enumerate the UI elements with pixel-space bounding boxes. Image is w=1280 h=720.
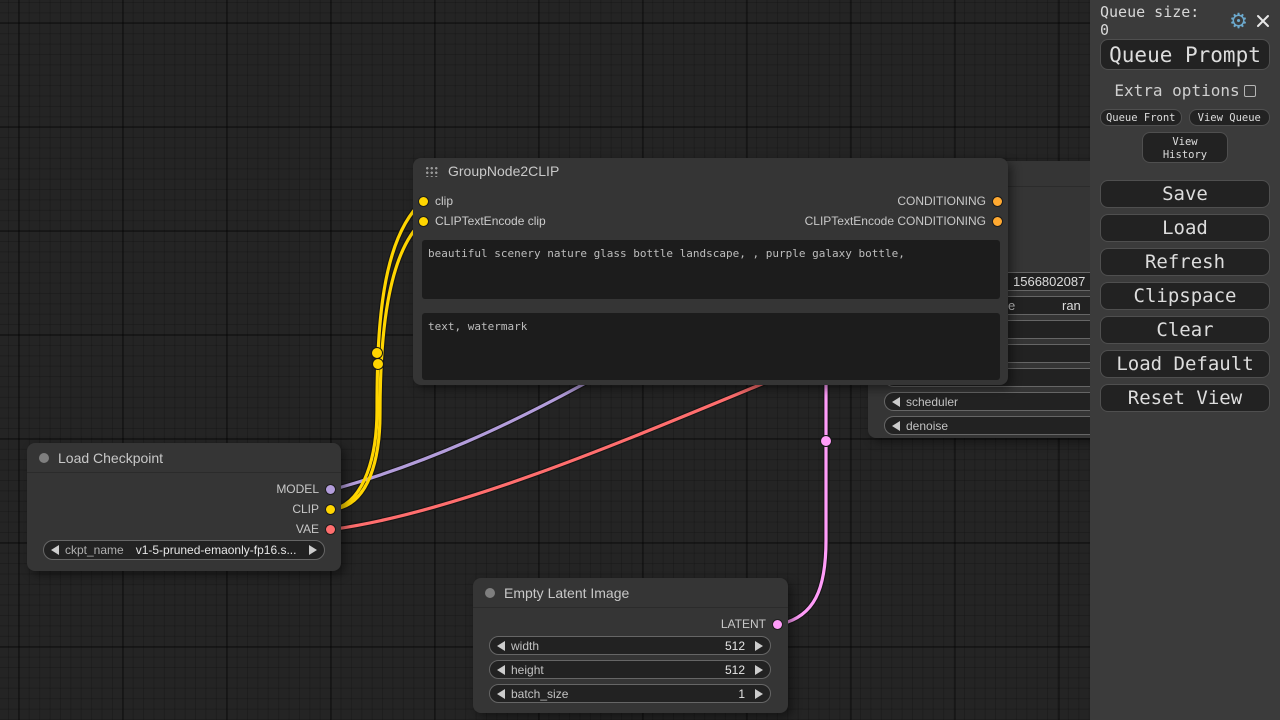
output-slot-label: CLIPTextEncode CONDITIONING <box>805 214 986 228</box>
vae-output-dot[interactable] <box>326 525 335 534</box>
positive-prompt-textarea[interactable]: beautiful scenery nature glass bottle la… <box>422 240 1000 299</box>
groupnode2clip-title-bar[interactable]: GroupNode2CLIP <box>413 158 1008 184</box>
left-arrow-icon[interactable] <box>51 545 59 555</box>
output-slot-label: LATENT <box>721 617 766 631</box>
clip-link-dot[interactable] <box>373 359 384 370</box>
view-history-line2: History <box>1163 149 1207 161</box>
batch-size-widget[interactable]: batch_size 1 <box>489 684 771 703</box>
scheduler-widget[interactable]: scheduler <box>884 392 1090 411</box>
ckpt-name-label: ckpt_name <box>65 543 124 557</box>
left-arrow-icon[interactable] <box>497 641 505 651</box>
node-title-label: Load Checkpoint <box>58 450 163 466</box>
width-label: width <box>511 639 539 653</box>
extra-options-checkbox[interactable] <box>1244 85 1256 97</box>
refresh-button[interactable]: Refresh <box>1100 248 1270 276</box>
clip-input-dot[interactable] <box>419 197 428 206</box>
output-slot-label: MODEL <box>276 482 319 496</box>
output-slot-label: VAE <box>296 522 319 536</box>
node-empty-latent-image[interactable]: Empty Latent Image LATENT width 512 heig… <box>473 578 788 713</box>
input-slot-label: CLIPTextEncode clip <box>435 214 546 228</box>
output-slot-label: CLIP <box>292 502 319 516</box>
close-icon[interactable] <box>1256 14 1270 28</box>
clip-input-dot[interactable] <box>419 217 428 226</box>
queue-front-button[interactable]: Queue Front <box>1100 109 1182 126</box>
left-arrow-icon[interactable] <box>892 421 900 431</box>
node-title-label: GroupNode2CLIP <box>448 163 559 179</box>
left-arrow-icon[interactable] <box>497 665 505 675</box>
input-slot-label: clip <box>435 194 453 208</box>
settings-gear-icon[interactable]: ⚙ <box>1229 11 1248 32</box>
node-load-checkpoint[interactable]: Load Checkpoint MODEL CLIP VAE ckpt_name… <box>27 443 341 571</box>
empty-latent-title-bar[interactable]: Empty Latent Image <box>473 578 788 608</box>
model-output-dot[interactable] <box>326 485 335 494</box>
left-arrow-icon[interactable] <box>892 397 900 407</box>
clip-output-dot[interactable] <box>326 505 335 514</box>
queue-size-label: Queue size: 0 <box>1100 3 1213 39</box>
right-arrow-icon[interactable] <box>309 545 317 555</box>
input-slot-cliptextencode-clip[interactable]: CLIPTextEncode clip <box>419 213 546 229</box>
collapse-dot-icon[interactable] <box>485 588 495 598</box>
output-slot-clip[interactable]: CLIP <box>292 501 335 517</box>
view-history-line1: View <box>1172 136 1197 148</box>
view-queue-button[interactable]: View Queue <box>1189 109 1271 126</box>
height-value: 512 <box>725 663 745 677</box>
ckpt-name-value: v1-5-pruned-emaonly-fp16.s... <box>136 543 297 557</box>
batch-size-label: batch_size <box>511 687 568 701</box>
height-widget[interactable]: height 512 <box>489 660 771 679</box>
clipspace-button[interactable]: Clipspace <box>1100 282 1270 310</box>
conditioning-output-dot[interactable] <box>993 197 1002 206</box>
height-label: height <box>511 663 544 677</box>
collapse-dot-icon[interactable] <box>39 453 49 463</box>
denoise-widget[interactable]: denoise <box>884 416 1090 435</box>
node-groupnode2clip[interactable]: GroupNode2CLIP clip CLIPTextEncode clip … <box>413 158 1008 385</box>
queue-prompt-button[interactable]: Queue Prompt <box>1100 39 1270 70</box>
left-arrow-icon[interactable] <box>497 689 505 699</box>
latent-link-dot[interactable] <box>821 436 832 447</box>
reset-view-button[interactable]: Reset View <box>1100 384 1270 412</box>
negative-prompt-textarea[interactable]: text, watermark <box>422 313 1000 380</box>
conditioning-output-dot[interactable] <box>993 217 1002 226</box>
seed-value: 1566802087 <box>1013 274 1085 289</box>
denoise-label: denoise <box>906 419 948 433</box>
comfy-menu-panel: Queue size: 0 ⚙ Queue Prompt Extra optio… <box>1090 0 1280 720</box>
output-slot-conditioning[interactable]: CONDITIONING <box>897 193 1002 209</box>
save-button[interactable]: Save <box>1100 180 1270 208</box>
output-slot-vae[interactable]: VAE <box>296 521 335 537</box>
latent-output-dot[interactable] <box>773 620 782 629</box>
node-title-label: Empty Latent Image <box>504 585 629 601</box>
output-slot-latent[interactable]: LATENT <box>721 616 782 632</box>
load-default-button[interactable]: Load Default <box>1100 350 1270 378</box>
group-grid-icon <box>425 166 439 177</box>
load-button[interactable]: Load <box>1100 214 1270 242</box>
view-history-button[interactable]: View History <box>1142 132 1228 163</box>
right-arrow-icon[interactable] <box>755 641 763 651</box>
width-value: 512 <box>725 639 745 653</box>
control-after-generate-value-fragment: ran <box>1062 298 1081 313</box>
extra-options-label: Extra options <box>1114 81 1239 100</box>
node-graph-canvas[interactable]: scheduler denoise 1566802087 e ran Group… <box>0 0 1090 720</box>
output-slot-model[interactable]: MODEL <box>276 481 335 497</box>
right-arrow-icon[interactable] <box>755 689 763 699</box>
clear-button[interactable]: Clear <box>1100 316 1270 344</box>
width-widget[interactable]: width 512 <box>489 636 771 655</box>
scheduler-label: scheduler <box>906 395 958 409</box>
output-slot-cliptextencode-conditioning[interactable]: CLIPTextEncode CONDITIONING <box>805 213 1002 229</box>
control-after-generate-label-fragment: e <box>1008 298 1015 313</box>
load-checkpoint-title-bar[interactable]: Load Checkpoint <box>27 443 341 473</box>
input-slot-clip[interactable]: clip <box>419 193 453 209</box>
ckpt-name-widget[interactable]: ckpt_name v1-5-pruned-emaonly-fp16.s... <box>43 540 325 560</box>
clip-link-dot[interactable] <box>372 348 383 359</box>
right-arrow-icon[interactable] <box>755 665 763 675</box>
output-slot-label: CONDITIONING <box>897 194 986 208</box>
batch-size-value: 1 <box>738 687 745 701</box>
